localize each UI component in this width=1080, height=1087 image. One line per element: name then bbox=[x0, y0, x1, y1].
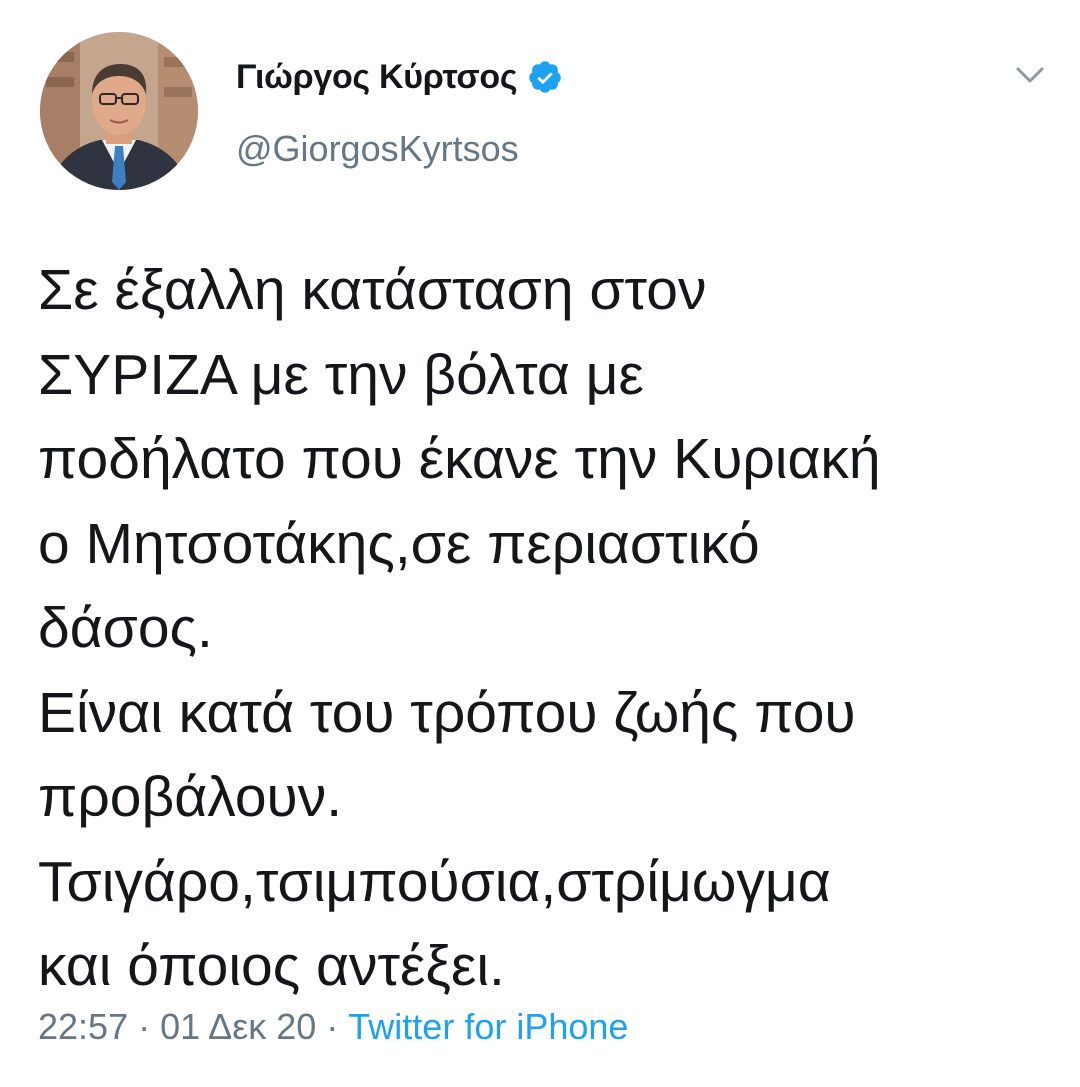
tweet-text: Σε έξαλλη κατάσταση στον ΣΥΡΙΖΑ με την β… bbox=[38, 248, 1058, 1009]
tweet-date[interactable]: 01 Δεκ 20 bbox=[160, 1006, 316, 1047]
tweet-text-line: προβάλουν. bbox=[38, 765, 343, 829]
tweet-text-line: ΣΥΡΙΖΑ με την βόλτα με bbox=[38, 342, 644, 407]
tweet-text-line: Τσιγάρο,τσιμπούσια,στρίμωγμα bbox=[38, 849, 831, 914]
avatar[interactable] bbox=[40, 32, 198, 190]
tweet-card: Γιώργος Κύρτσος @GiorgosKyrtsos Σε έξαλλ… bbox=[0, 0, 1080, 1087]
meta-separator: · bbox=[128, 1006, 161, 1047]
verified-badge-icon bbox=[527, 59, 563, 95]
tweet-text-line: ποδήλατο που έκανε την Κυριακή bbox=[38, 427, 881, 491]
author-display-name[interactable]: Γιώργος Κύρτσος bbox=[236, 58, 518, 97]
tweet-text-line: Είναι κατά του τρόπου ζωής που bbox=[38, 680, 856, 745]
tweet-time[interactable]: 22:57 bbox=[38, 1006, 128, 1047]
author-name-row: Γιώργος Κύρτσος bbox=[236, 52, 563, 102]
tweet-text-line: και όποιος αντέξει. bbox=[38, 934, 505, 998]
chevron-down-icon[interactable] bbox=[1010, 60, 1050, 90]
tweet-text-line: Σε έξαλλη κατάσταση στον bbox=[38, 258, 707, 322]
author-handle[interactable]: @GiorgosKyrtsos bbox=[236, 128, 519, 170]
tweet-source-link[interactable]: Twitter for iPhone bbox=[348, 1006, 628, 1047]
tweet-text-line: δάσος. bbox=[38, 596, 213, 660]
meta-separator: · bbox=[316, 1006, 349, 1047]
tweet-text-line: ο Μητσοτάκης,σε περιαστικό bbox=[38, 511, 760, 576]
tweet-meta: 22:57 · 01 Δεκ 20 · Twitter for iPhone bbox=[38, 1004, 628, 1050]
